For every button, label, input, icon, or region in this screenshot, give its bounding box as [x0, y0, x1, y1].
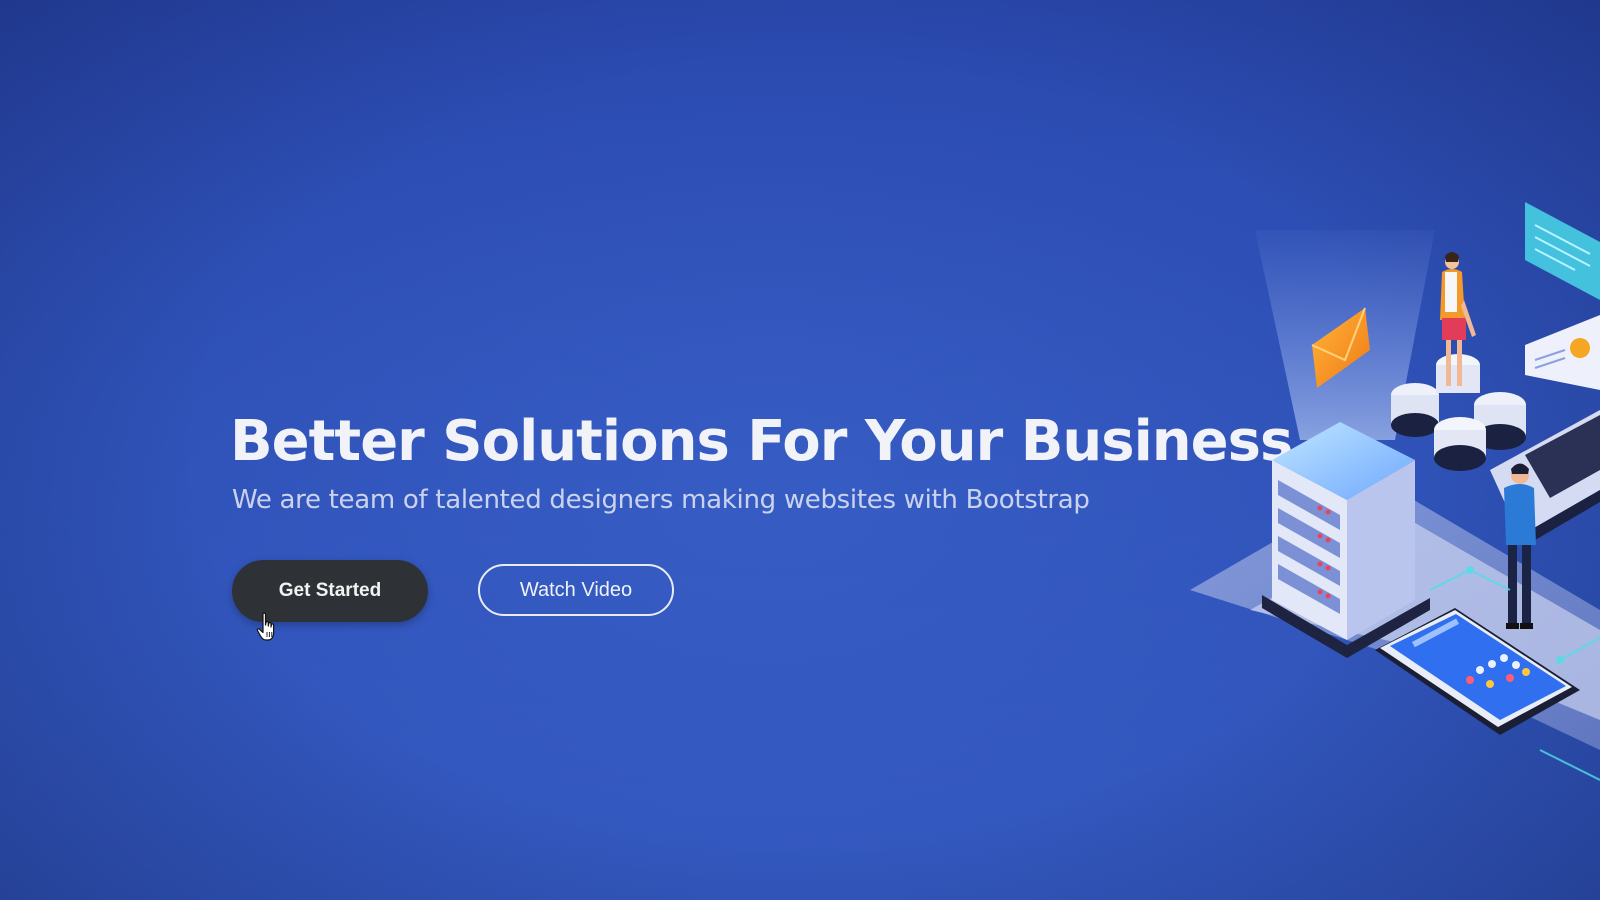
floating-screen [1525, 202, 1600, 300]
hero-title: Better Solutions For Your Business [230, 409, 1293, 474]
hero-section: Better Solutions For Your Business We ar… [0, 0, 1600, 900]
hero-buttons: Get Started Watch Video [230, 560, 690, 626]
hand-pointer-cursor-icon [256, 612, 275, 641]
floating-chart-panel [1525, 315, 1600, 390]
hero-content: Better Solutions For Your Business We ar… [230, 408, 1293, 622]
isometric-data-center-illustration [1190, 202, 1600, 781]
watch-video-button[interactable]: Watch Video [478, 564, 674, 616]
hero-subtitle: We are team of talented designers making… [232, 485, 1090, 516]
server-rack [1262, 422, 1430, 658]
